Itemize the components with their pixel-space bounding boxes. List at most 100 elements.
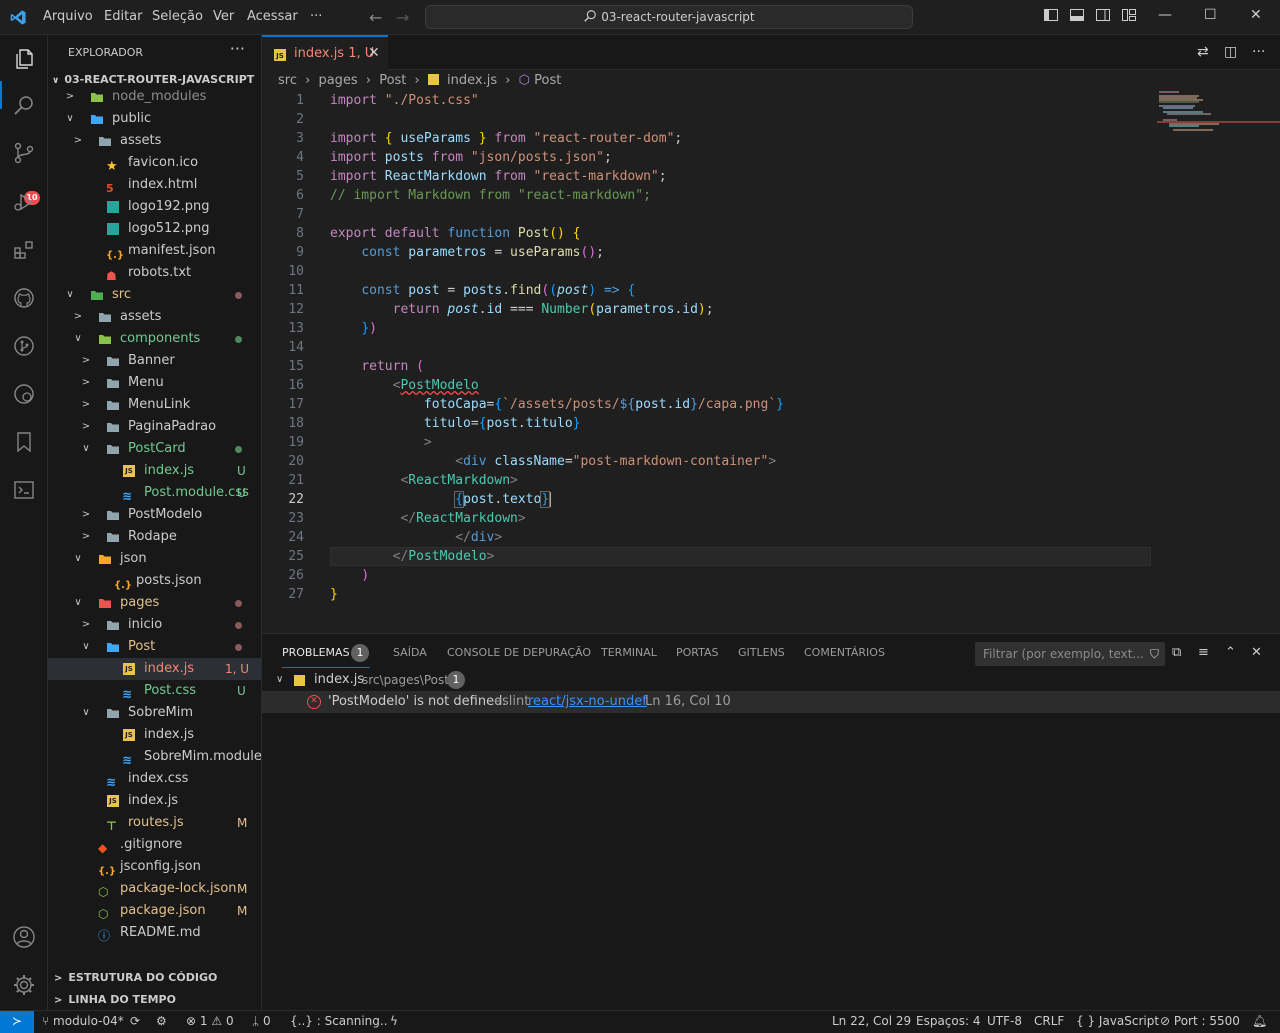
maximize-icon[interactable]: ☐ <box>1204 7 1217 23</box>
lightning-icon[interactable]: ϟ <box>390 1014 398 1028</box>
panel-tab-problems[interactable]: PROBLEMAS <box>282 646 350 659</box>
tree-item[interactable]: ∨ json <box>48 548 261 570</box>
ports-indicator[interactable]: ᛦ 0 <box>252 1014 271 1028</box>
live-server-port[interactable]: ⊘ Port : 5500 <box>1160 1014 1240 1028</box>
tree-item[interactable]: logo192.png <box>48 196 261 218</box>
menu-more-button[interactable]: ··· <box>310 9 322 24</box>
maximize-panel-icon[interactable]: ⌃ <box>1225 645 1236 660</box>
menu-acessar[interactable]: Acessar <box>247 9 298 24</box>
tree-item[interactable]: JS index.js U <box>48 460 261 482</box>
tree-item[interactable]: ★ favicon.ico <box>48 152 261 174</box>
tree-item[interactable]: ≋ Post.css U <box>48 680 261 702</box>
breadcrumb-src[interactable]: src <box>278 73 297 88</box>
tree-item[interactable]: ∨ SobreMim <box>48 702 261 724</box>
menu-editar[interactable]: Editar <box>104 9 143 24</box>
tree-item[interactable]: ≋ SobreMim.module.css <box>48 746 261 768</box>
tree-item[interactable]: > node_modules <box>48 86 261 108</box>
tree-item[interactable]: ∨ Post <box>48 636 261 658</box>
remote-explorer-icon[interactable] <box>12 382 36 406</box>
menu-arquivo[interactable]: Arquivo <box>43 9 93 24</box>
panel-tab-ports[interactable]: PORTAS <box>676 646 719 659</box>
toggle-secondary-sidebar-icon[interactable] <box>1095 7 1111 27</box>
github-icon[interactable] <box>12 286 36 310</box>
branch-indicator[interactable]: ⑂ modulo-04* <box>42 1014 124 1028</box>
panel-tab-terminal[interactable]: TERMINAL <box>601 646 657 659</box>
cursor-position[interactable]: Ln 22, Col 29 <box>832 1014 911 1028</box>
toggle-primary-sidebar-icon[interactable] <box>1043 7 1059 27</box>
tree-item[interactable]: > Banner <box>48 350 261 372</box>
tree-item[interactable]: ≋ index.css <box>48 768 261 790</box>
account-icon[interactable] <box>12 925 36 949</box>
run-debug-icon[interactable] <box>12 190 36 214</box>
panel-tab-gitlens[interactable]: GITLENS <box>738 646 785 659</box>
tree-item[interactable]: ⓘ README.md <box>48 922 261 944</box>
forward-arrow-icon[interactable]: → <box>396 8 409 27</box>
remote-indicator-icon[interactable]: ≻ <box>0 1011 34 1033</box>
toggle-panel-icon[interactable] <box>1069 7 1085 27</box>
gitlens-icon[interactable] <box>12 334 36 358</box>
view-as-list-icon[interactable]: ≡ <box>1198 645 1209 660</box>
problem-row[interactable]: ✕ 'PostModelo' is not defined. eslint re… <box>262 691 1280 713</box>
tree-item[interactable]: ☗ robots.txt <box>48 262 261 284</box>
outline-section[interactable]: > ESTRUTURA DO CÓDIGO <box>54 971 217 984</box>
tree-item[interactable]: ∨ components <box>48 328 261 350</box>
problem-file-row[interactable]: ∨ index.js src\pages\Post 1 <box>262 669 1280 691</box>
tree-item[interactable]: {.} jsconfig.json <box>48 856 261 878</box>
menu-ver[interactable]: Ver <box>213 9 234 24</box>
menu-selecao[interactable]: Seleção <box>152 9 203 24</box>
tree-item[interactable]: logo512.png <box>48 218 261 240</box>
tree-item[interactable]: ⬡ package-lock.json M <box>48 878 261 900</box>
tree-item[interactable]: ∨ pages <box>48 592 261 614</box>
tree-item[interactable]: > assets <box>48 130 261 152</box>
workspace-root[interactable]: ∨ 03-REACT-ROUTER-JAVASCRIPT <box>52 73 254 86</box>
notifications-bell-icon[interactable]: 🔔︎ <box>1252 1014 1267 1028</box>
command-center-search[interactable]: 03-react-router-javascript <box>425 5 913 29</box>
filter-icon[interactable]: ⛉ <box>1150 642 1159 666</box>
problems-filter-input[interactable]: Filtrar (por exemplo, text... ⛉ <box>975 642 1165 666</box>
minimize-icon[interactable]: — <box>1158 7 1172 23</box>
line-ending[interactable]: CRLF <box>1034 1014 1064 1028</box>
breadcrumb-post[interactable]: Post <box>379 73 406 88</box>
tree-item[interactable]: {.} manifest.json <box>48 240 261 262</box>
editor-more-icon[interactable]: ··· <box>1252 44 1265 60</box>
settings-gear-icon[interactable] <box>12 973 36 997</box>
tree-item[interactable]: JS index.js <box>48 790 261 812</box>
tree-item[interactable]: > Rodape <box>48 526 261 548</box>
source-control-icon[interactable] <box>12 141 36 165</box>
customize-layout-icon[interactable] <box>1121 7 1137 27</box>
explorer-files-icon[interactable] <box>12 47 36 71</box>
tree-item[interactable]: > PostModelo <box>48 504 261 526</box>
tree-item[interactable]: ∨ src <box>48 284 261 306</box>
language-mode[interactable]: { } JavaScript <box>1076 1014 1159 1028</box>
extensions-icon[interactable] <box>12 238 36 262</box>
explorer-more-button[interactable]: ··· <box>230 39 245 58</box>
encoding[interactable]: UTF-8 <box>987 1014 1022 1028</box>
open-changes-icon[interactable]: ⇄ <box>1197 44 1209 60</box>
panel-tab-output[interactable]: SAÍDA <box>393 646 427 659</box>
tree-item[interactable]: JS index.js <box>48 724 261 746</box>
tree-item[interactable]: > inicio <box>48 614 261 636</box>
breadcrumb-pages[interactable]: pages <box>318 73 357 88</box>
back-arrow-icon[interactable]: ← <box>369 8 382 27</box>
sync-icon[interactable]: ⟳ <box>130 1014 140 1028</box>
bookmark-icon[interactable] <box>12 430 36 454</box>
minimap[interactable] <box>1157 91 1280 151</box>
terminal-icon[interactable] <box>12 478 36 502</box>
breadcrumb-symbol[interactable]: Post <box>534 73 561 88</box>
tab-index-js[interactable]: JS index.js 1, U ✕ <box>262 35 388 70</box>
breadcrumb-file[interactable]: index.js <box>447 73 497 88</box>
close-tab-icon[interactable]: ✕ <box>368 45 380 61</box>
timeline-section[interactable]: > LINHA DO TEMPO <box>54 993 176 1006</box>
collapse-all-icon[interactable]: ⧉ <box>1172 645 1181 660</box>
close-panel-icon[interactable]: ✕ <box>1251 645 1262 660</box>
tree-item[interactable]: > Menu <box>48 372 261 394</box>
indentation[interactable]: Espaços: 4 <box>916 1014 981 1028</box>
tree-item[interactable]: ∨ PostCard <box>48 438 261 460</box>
problems-indicator[interactable]: ⊗ 1 ⚠ 0 <box>186 1014 234 1028</box>
tree-item[interactable]: JS index.js 1, U <box>48 658 261 680</box>
tree-item[interactable]: ≋ Post.module.css U <box>48 482 261 504</box>
tree-item[interactable]: ∨ public <box>48 108 261 130</box>
gitlens-status-icon[interactable]: ⚙ <box>156 1014 167 1028</box>
tree-item[interactable]: > PaginaPadrao <box>48 416 261 438</box>
tree-item[interactable]: ⊤ routes.js M <box>48 812 261 834</box>
